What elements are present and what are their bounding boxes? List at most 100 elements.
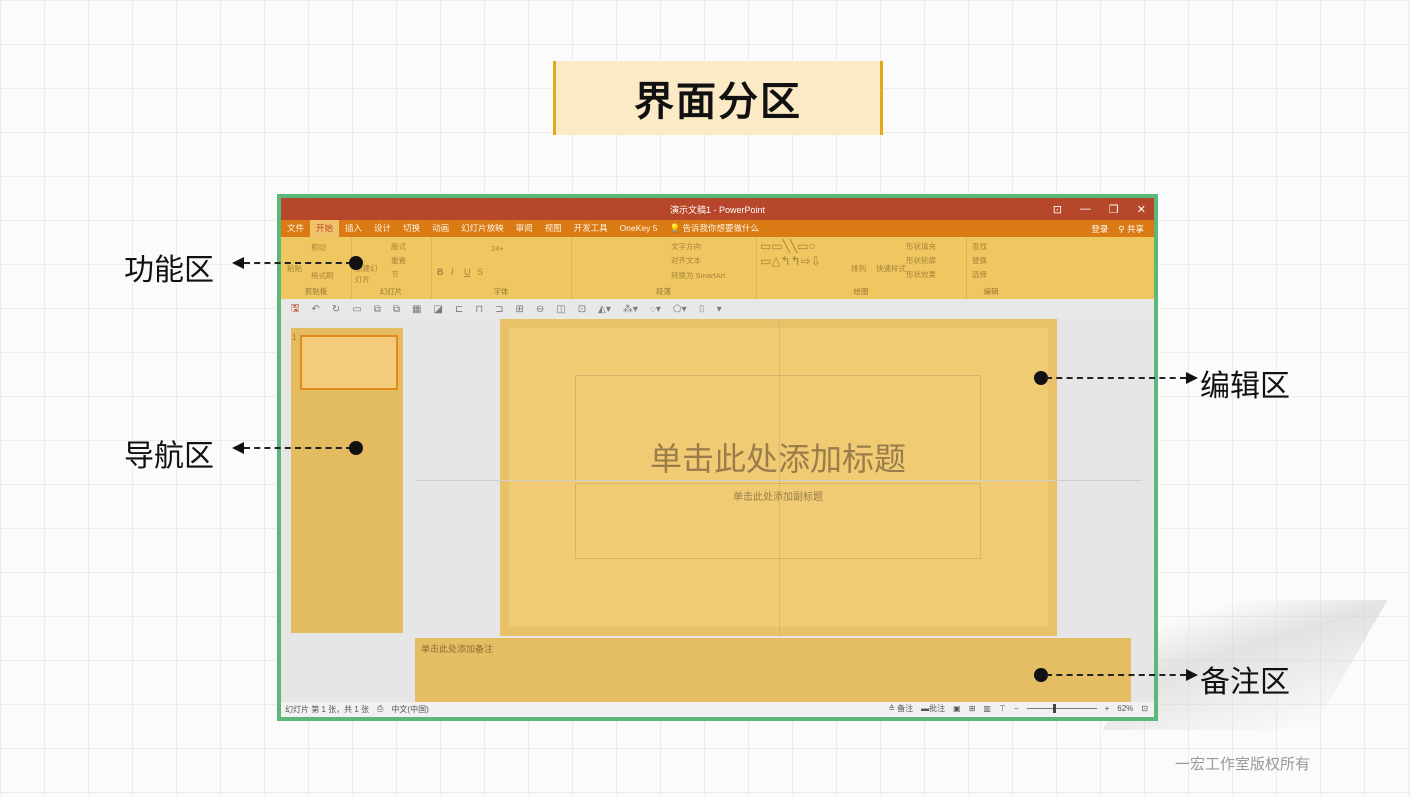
slide-navigation-pane[interactable]: 1	[291, 328, 403, 633]
callout-nav-label: 导航区	[124, 440, 214, 473]
shapes-gallery-row2-icon[interactable]: ▭△↰↰⇨⇩	[760, 254, 821, 268]
select-button[interactable]: 选择	[972, 269, 987, 280]
outline-icon[interactable]: ⬠▾	[673, 304, 687, 315]
layer-icon[interactable]: ⊡	[578, 304, 586, 315]
tab-review[interactable]: 审阅	[510, 220, 539, 237]
zoom-in-icon[interactable]: +	[1105, 704, 1110, 713]
callout-ribbon-label: 功能区	[124, 254, 214, 287]
shape-icon[interactable]: ◌▾	[650, 304, 661, 315]
tab-animations[interactable]: 动画	[426, 220, 455, 237]
reading-view-icon[interactable]: ▥	[983, 704, 991, 713]
crop-icon[interactable]: ⌷	[699, 304, 705, 315]
find-button[interactable]: 查找	[972, 241, 987, 252]
slide-thumbnail[interactable]	[300, 335, 398, 390]
group-icon[interactable]: ▦	[412, 304, 421, 315]
tab-view[interactable]: 视图	[539, 220, 568, 237]
duplicate-icon[interactable]: ⧉	[393, 304, 400, 315]
tab-developer[interactable]: 开发工具	[568, 220, 614, 237]
restore-icon[interactable]: ❐	[1109, 203, 1119, 216]
distribute-icon[interactable]: ⊞	[516, 304, 524, 315]
align-text-button[interactable]: 对齐文本	[671, 255, 701, 266]
fit-slide-icon[interactable]: ⊡	[1141, 704, 1148, 713]
layout-button[interactable]: 版式	[391, 241, 406, 252]
zoom-level[interactable]: 62%	[1117, 704, 1133, 713]
zoom-slider[interactable]	[1026, 704, 1097, 713]
text-direction-button[interactable]: 文字方向	[671, 241, 701, 252]
slide-sorter-icon[interactable]: ⊞	[969, 704, 976, 713]
underline-button[interactable]: U	[464, 267, 471, 277]
start-slideshow-icon[interactable]: ▭	[352, 304, 361, 315]
ribbon-group-clipboard: 粘贴 剪切 格式刷 剪贴板	[281, 237, 352, 299]
ribbon-display-icon[interactable]: ⊡	[1053, 203, 1062, 216]
paste-button[interactable]: 粘贴	[287, 263, 302, 274]
callout-ribbon-arrow-icon	[232, 257, 244, 269]
tab-onekey[interactable]: OneKey 5	[614, 220, 664, 237]
tab-slideshow[interactable]: 幻灯片放映	[455, 220, 510, 237]
person-icon: ⚲	[1118, 223, 1125, 234]
share-button[interactable]: ⚲ 共享	[1118, 223, 1144, 235]
subtitle-placeholder[interactable]: 单击此处添加副标题	[575, 483, 981, 559]
effect-icon[interactable]: ⁂▾	[623, 304, 638, 315]
save-icon[interactable]: 🖫	[291, 301, 300, 318]
smartart-button[interactable]: 转换为 SmartArt	[671, 270, 725, 281]
rotate-icon[interactable]: ⊖	[536, 304, 544, 315]
align-right-icon[interactable]: ⊐	[495, 304, 503, 315]
quick-access-toolbar: 🖫 ↶ ↻ ▭ ⧉ ⧉ ▦ ◪ ⊏ ⊓ ⊐ ⊞ ⊖ ◫ ⊡ ◭▾ ⁂▾ ◌▾ ⬠…	[281, 299, 1154, 319]
zoom-out-icon[interactable]: −	[1014, 704, 1019, 713]
minimize-icon[interactable]: —	[1080, 203, 1091, 215]
window-title: 演示文稿1 - PowerPoint	[669, 204, 766, 215]
notes-toggle-button[interactable]: ≙ 备注	[888, 703, 913, 714]
flip-icon[interactable]: ◫	[556, 304, 565, 315]
normal-view-icon[interactable]: ▣	[953, 704, 961, 713]
tab-file[interactable]: 文件	[281, 220, 310, 237]
notes-icon: ≙	[888, 704, 895, 713]
slideshow-view-icon[interactable]: ⊤	[999, 704, 1006, 713]
tab-home[interactable]: 开始	[310, 220, 340, 237]
tell-me-search[interactable]: 💡 告诉我你想要做什么	[663, 220, 764, 237]
tab-transitions[interactable]: 切换	[397, 220, 426, 237]
shape-fill-button[interactable]: 形状填充	[906, 241, 936, 252]
notes-pane[interactable]: 单击此处添加备注	[415, 638, 1131, 706]
undo-icon[interactable]: ↶	[312, 304, 320, 315]
comments-toggle-button[interactable]: ▬批注	[921, 703, 945, 714]
callout-nav-dot	[349, 441, 363, 455]
shape-outline-button[interactable]: 形状轮廓	[906, 255, 936, 266]
zoom-slider-thumb[interactable]	[1052, 704, 1056, 713]
customize-qat-icon[interactable]: ▾	[717, 304, 722, 315]
group-label-slides: 幻灯片	[379, 287, 403, 296]
arrange-button[interactable]: 排列	[851, 263, 866, 274]
fill-icon[interactable]: ◭▾	[598, 304, 611, 315]
picture-icon[interactable]: ◪	[434, 304, 443, 315]
login-link[interactable]: 登录	[1091, 223, 1108, 235]
format-painter-button[interactable]: 格式刷	[311, 270, 334, 281]
reset-button[interactable]: 重置	[391, 255, 406, 266]
callout-edit-label: 编辑区	[1200, 370, 1290, 403]
group-label-paragraph: 段落	[656, 287, 671, 296]
tab-insert[interactable]: 插入	[339, 220, 368, 237]
shapes-gallery-icon[interactable]: ▭▭╲╲▭○	[760, 239, 816, 253]
shape-effects-button[interactable]: 形状效果	[906, 269, 936, 280]
close-icon[interactable]: ✕	[1137, 203, 1146, 216]
ribbon: 粘贴 剪切 格式刷 剪贴板 新建幻灯片 版式 重置 节 幻灯片 24+ B I …	[281, 237, 1154, 299]
lightbulb-icon: 💡	[669, 223, 681, 233]
quick-styles-button[interactable]: 快速样式	[876, 263, 906, 274]
tab-design[interactable]: 设计	[368, 220, 397, 237]
copyright-text: 一宏工作室版权所有	[1175, 756, 1311, 773]
section-button[interactable]: 节	[391, 269, 399, 280]
strikethrough-button[interactable]: S	[477, 267, 483, 277]
replace-button[interactable]: 替换	[972, 255, 987, 266]
page-title: 界面分区	[553, 61, 883, 135]
font-size-select[interactable]: 24+	[491, 244, 504, 253]
title-placeholder[interactable]: 单击此处添加标题	[575, 375, 981, 481]
italic-button[interactable]: I	[451, 267, 454, 277]
language-indicator[interactable]: 中文(中国)	[391, 704, 428, 715]
align-center-icon[interactable]: ⊓	[475, 304, 483, 315]
spellcheck-icon[interactable]: ⎙	[377, 704, 383, 715]
notes-placeholder: 单击此处添加备注	[421, 644, 494, 654]
align-left-icon[interactable]: ⊏	[455, 304, 463, 315]
bold-button[interactable]: B	[437, 267, 444, 277]
account-area: 登录 ⚲ 共享	[1091, 220, 1144, 237]
cut-button[interactable]: 剪切	[311, 242, 326, 253]
redo-icon[interactable]: ↻	[332, 304, 340, 315]
copy-format-icon[interactable]: ⧉	[374, 304, 381, 315]
